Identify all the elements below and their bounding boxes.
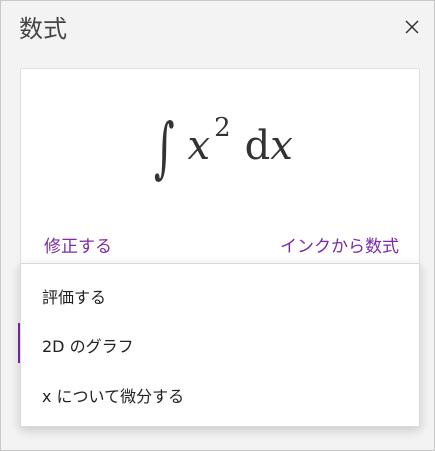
equation-exponent: 2 (214, 113, 231, 143)
differential-variable: x (270, 123, 293, 169)
close-icon (405, 19, 419, 38)
differential-d: d (244, 123, 271, 169)
equation-display: ∫ x 2 dx (21, 91, 419, 201)
fix-link[interactable]: 修正する (44, 236, 112, 258)
close-button[interactable] (399, 15, 425, 41)
equation-differential: dx (245, 123, 293, 169)
math-pane: 数式 ∫ x 2 dx 修正する インクから数式 評価する 2D のグラフ x … (0, 0, 435, 451)
equation-card: ∫ x 2 dx 修正する インクから数式 (20, 68, 420, 268)
menu-item-2d-graph[interactable]: 2D のグラフ (21, 320, 419, 370)
menu-item-differentiate-x[interactable]: x について微分する (21, 370, 419, 420)
ink-to-math-link[interactable]: インクから数式 (280, 236, 399, 258)
pane-title: 数式 (19, 15, 67, 43)
menu-item-evaluate[interactable]: 評価する (21, 271, 419, 321)
action-menu: 評価する 2D のグラフ x について微分する (20, 263, 420, 427)
equation-variable: x (187, 123, 211, 169)
integral-symbol: ∫ (154, 109, 175, 186)
